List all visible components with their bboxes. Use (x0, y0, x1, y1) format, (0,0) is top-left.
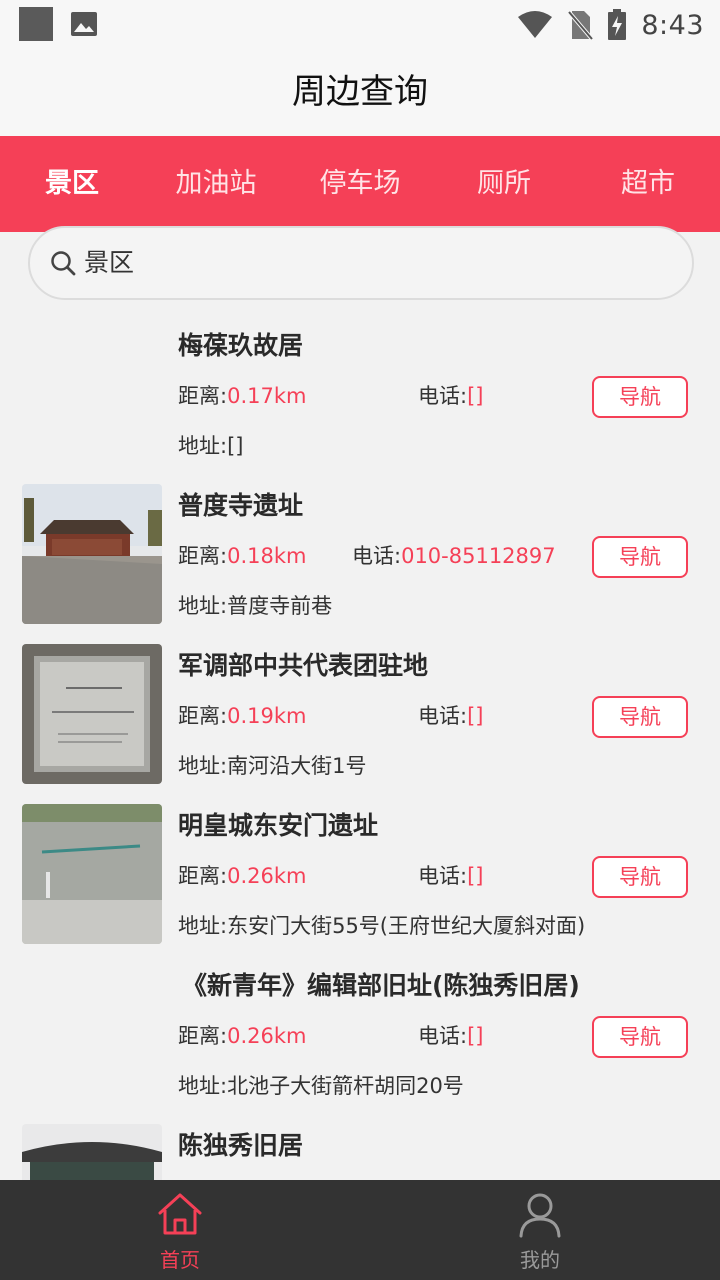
distance-text: 距离:0.19km (178, 704, 307, 728)
status-bar: 8:43 (0, 0, 720, 50)
wifi-icon (518, 11, 553, 38)
phone-text: 电话:[] (418, 704, 484, 728)
search-icon (51, 251, 76, 276)
tab-gas-station[interactable]: 加油站 (144, 136, 288, 232)
no-sim-icon (567, 10, 594, 40)
navigate-button[interactable]: 导航 (592, 1016, 688, 1058)
search-value: 景区 (84, 248, 135, 277)
list-item[interactable]: 普度寺遗址 距离:0.18km 电话:010-85112897 地址:普度寺前巷… (0, 480, 720, 640)
image-icon (71, 12, 97, 36)
address-text: 地址:南河沿大街1号 (178, 754, 367, 778)
place-name: 《新青年》编辑部旧址(陈独秀旧居) (182, 971, 580, 1000)
place-name: 普度寺遗址 (178, 491, 304, 520)
clock: 8:43 (641, 9, 704, 41)
navigate-button[interactable]: 导航 (592, 536, 688, 578)
distance-text: 距离:0.26km (178, 1024, 307, 1048)
nav-home-label: 首页 (160, 1248, 200, 1272)
nav-home[interactable]: 首页 (0, 1180, 360, 1280)
place-name: 军调部中共代表团驻地 (178, 651, 429, 680)
place-photo (22, 484, 162, 624)
battery-charging-icon (608, 9, 627, 40)
distance-text: 距离:0.18km (178, 544, 307, 568)
address-text: 地址:东安门大街55号(王府世纪大厦斜对面) (178, 914, 586, 938)
distance-text: 距离:0.17km (178, 384, 307, 408)
place-name: 陈独秀旧居 (178, 1131, 304, 1160)
list-item[interactable]: 陈独秀旧居 距 (0, 1120, 720, 1180)
navigate-button[interactable]: 导航 (592, 376, 688, 418)
category-tabs: 景区 加油站 停车场 厕所 超市 (0, 136, 720, 232)
address-text: 地址:[] (178, 434, 244, 458)
search-input[interactable]: 景区 (28, 226, 694, 300)
home-icon (158, 1193, 202, 1235)
page-title: 周边查询 (292, 72, 428, 112)
notification-icon (19, 7, 53, 41)
place-list[interactable]: 梅葆玖故居 距离:0.17km 电话:[] 地址:[] 导航 普度寺遗址 距离:… (0, 320, 720, 1180)
address-text: 地址:普度寺前巷 (178, 594, 333, 618)
list-item[interactable]: 军调部中共代表团驻地 距离:0.19km 电话:[] 地址:南河沿大街1号 导航 (0, 640, 720, 800)
address-text: 地址:北池子大街箭杆胡同20号 (178, 1074, 464, 1098)
phone-text: 电话:[] (418, 864, 484, 888)
tab-supermarket[interactable]: 超市 (576, 136, 720, 232)
place-name: 梅葆玖故居 (178, 331, 304, 360)
list-item[interactable]: 梅葆玖故居 距离:0.17km 电话:[] 地址:[] 导航 (0, 320, 720, 480)
distance-text: 距离:0.26km (178, 864, 307, 888)
phone-text: 电话:010-85112897 (352, 544, 556, 568)
place-photo (22, 804, 162, 944)
title-bar: 周边查询 (0, 50, 720, 136)
tab-parking[interactable]: 停车场 (288, 136, 432, 232)
person-icon (519, 1193, 561, 1238)
place-photo (22, 1124, 162, 1180)
nav-mine[interactable]: 我的 (360, 1180, 720, 1280)
phone-text: 电话:[] (418, 384, 484, 408)
place-name: 明皇城东安门遗址 (178, 811, 379, 840)
tab-scenic[interactable]: 景区 (0, 136, 144, 232)
nav-mine-label: 我的 (520, 1248, 560, 1272)
list-item[interactable]: 《新青年》编辑部旧址(陈独秀旧居) 距离:0.26km 电话:[] 地址:北池子… (0, 960, 720, 1120)
tab-toilet[interactable]: 厕所 (432, 136, 576, 232)
navigate-button[interactable]: 导航 (592, 856, 688, 898)
navigate-button[interactable]: 导航 (592, 696, 688, 738)
place-photo (22, 644, 162, 784)
bottom-nav: 首页 我的 (0, 1180, 720, 1280)
phone-text: 电话:[] (418, 1024, 484, 1048)
list-item[interactable]: 明皇城东安门遗址 距离:0.26km 电话:[] 地址:东安门大街55号(王府世… (0, 800, 720, 960)
